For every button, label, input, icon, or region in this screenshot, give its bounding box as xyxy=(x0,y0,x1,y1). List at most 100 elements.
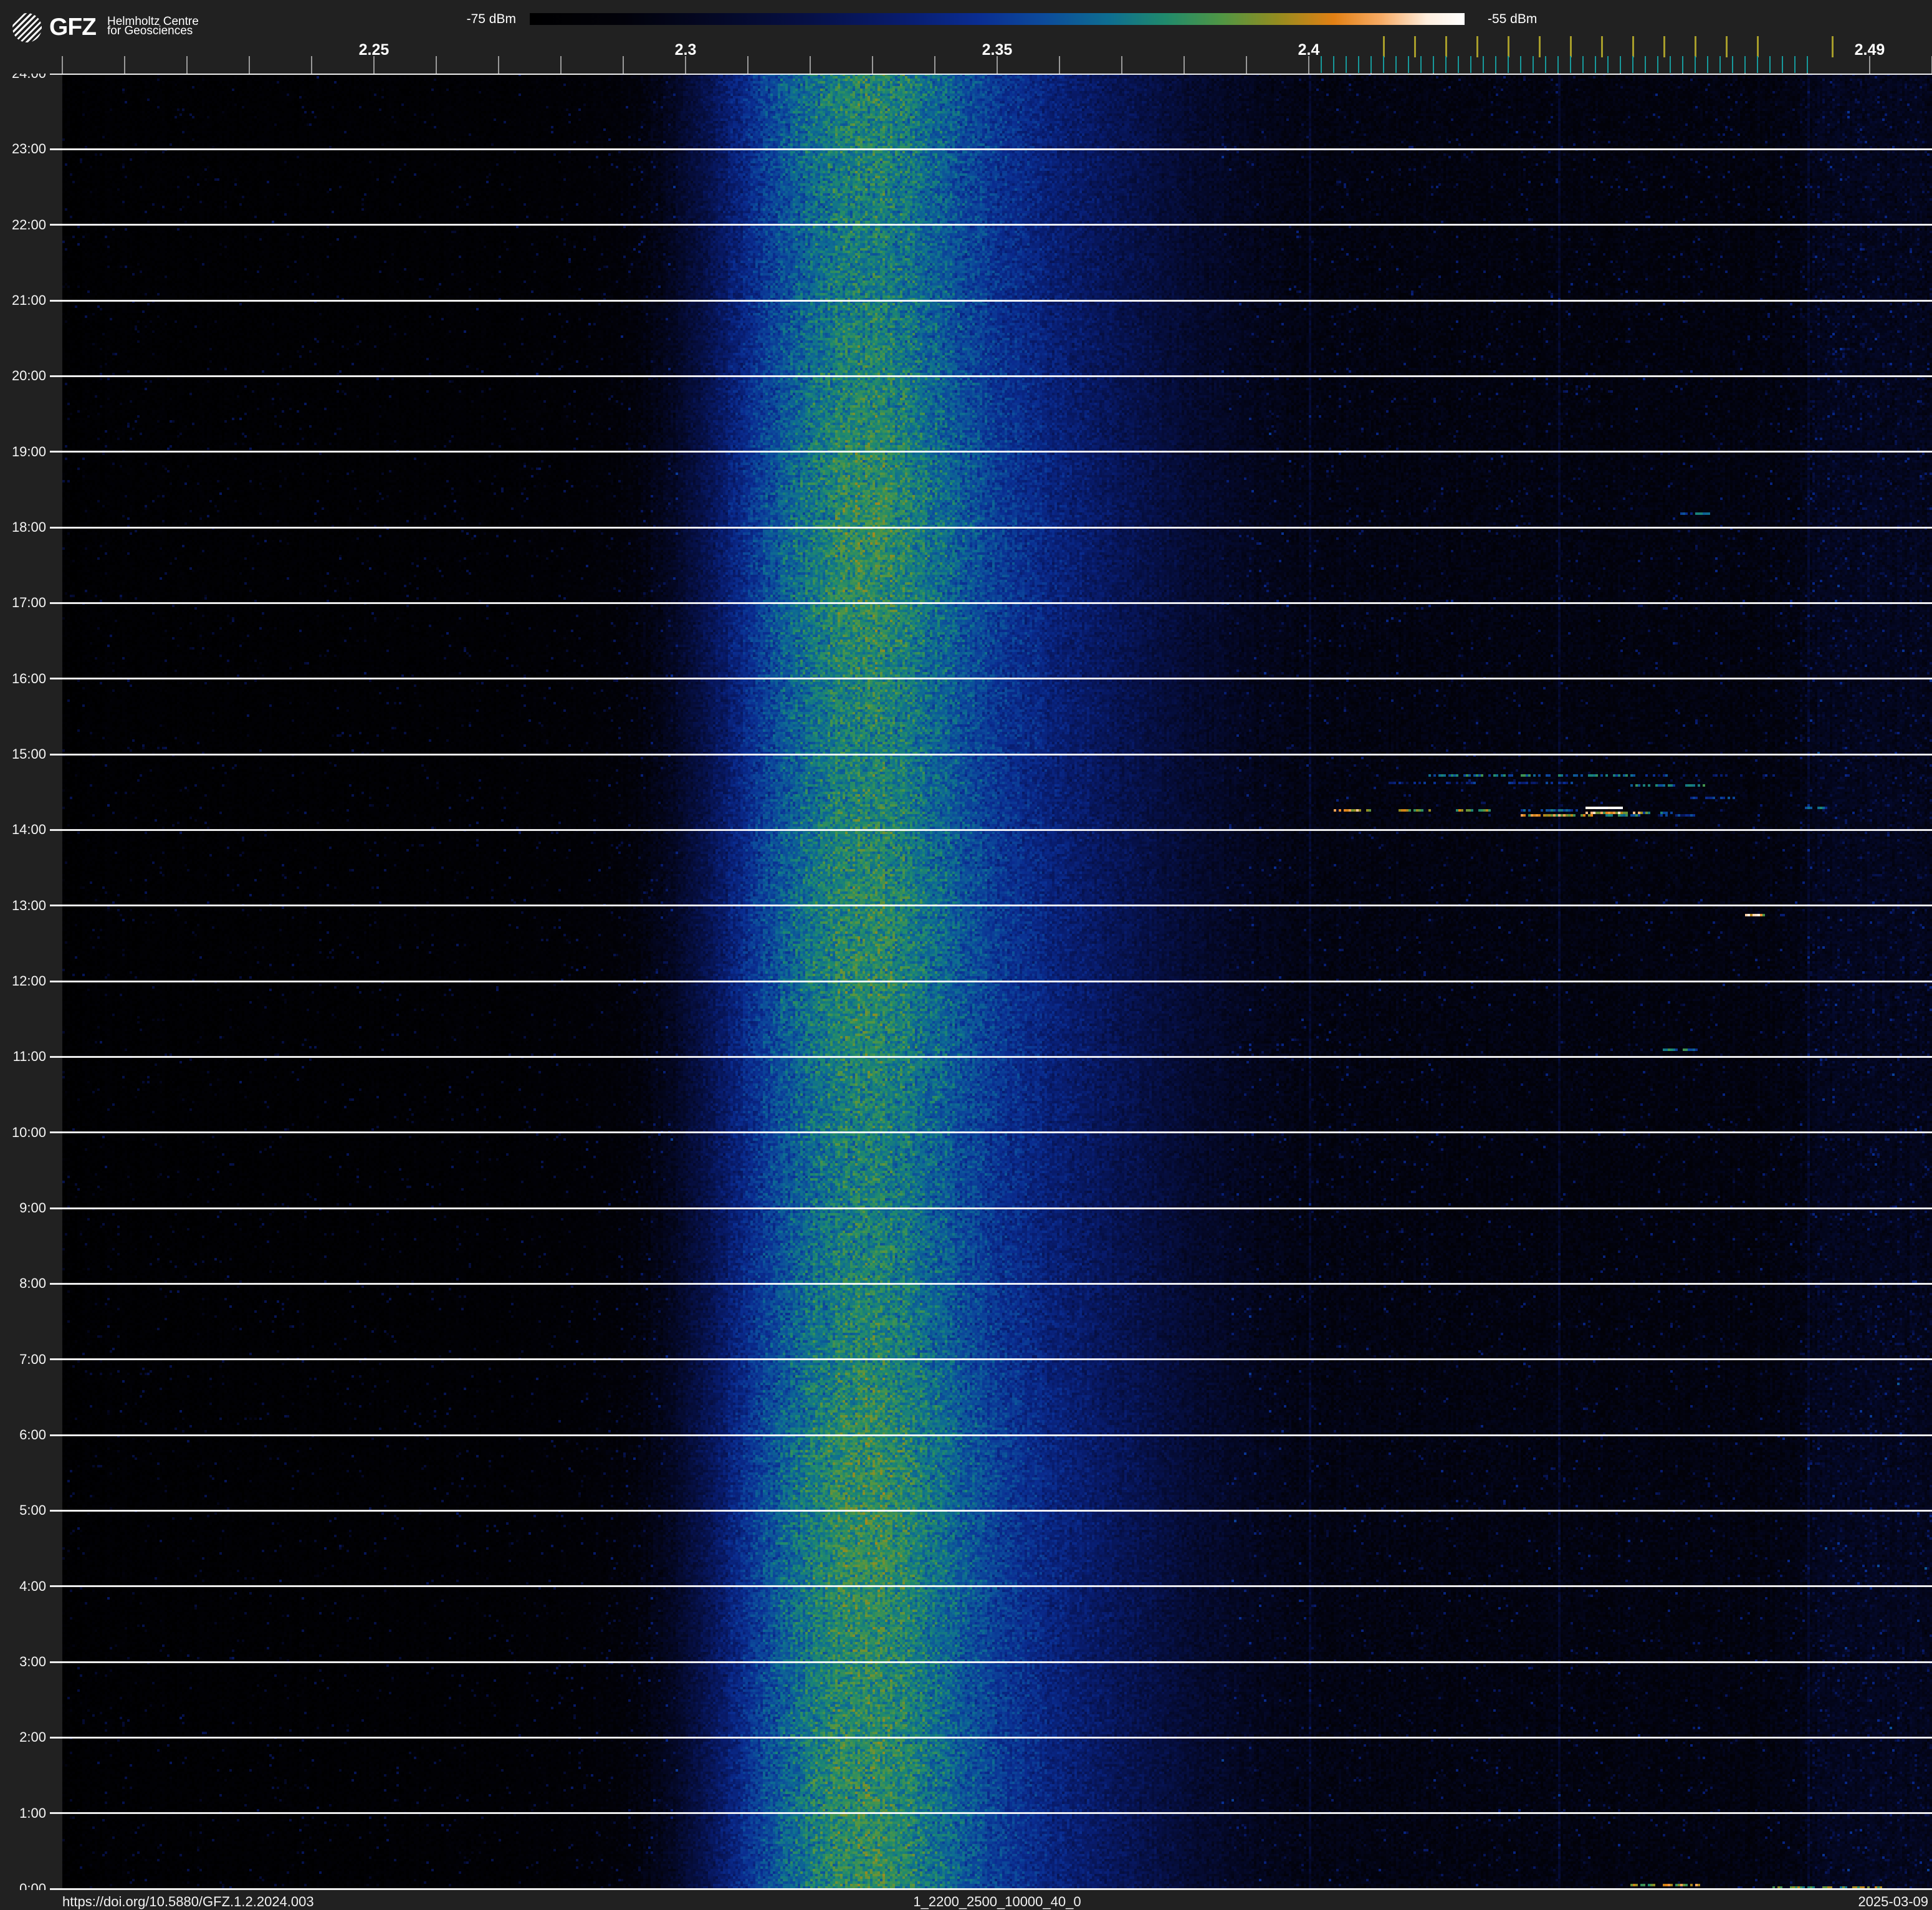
hour-gridline xyxy=(50,526,1932,529)
hour-gridline xyxy=(50,1055,1932,1058)
time-tick-label: 6:00 xyxy=(19,1427,46,1442)
ble-channel-tick xyxy=(1645,56,1646,73)
freq-major-tick xyxy=(934,56,935,74)
wifi-channel-tick xyxy=(1445,36,1447,57)
ble-channel-tick xyxy=(1383,56,1384,73)
ble-channel-tick xyxy=(1408,56,1409,73)
hour-gridline xyxy=(50,1736,1932,1739)
ble-channel-tick xyxy=(1732,56,1733,73)
hour-gridline xyxy=(50,980,1932,982)
hour-gridline xyxy=(50,375,1932,377)
freq-major-tick xyxy=(623,56,624,74)
wifi-channel-tick xyxy=(1756,36,1759,57)
hour-gridline xyxy=(50,828,1932,831)
ble-channel-tick xyxy=(1782,56,1783,73)
hour-gridline xyxy=(50,299,1932,302)
wifi-channel-tick xyxy=(1663,36,1665,57)
freq-major-tick xyxy=(436,56,437,74)
freq-major-tick xyxy=(498,56,499,74)
ble-channel-tick xyxy=(1445,56,1447,73)
hour-gridline xyxy=(50,1585,1932,1588)
freq-tick-label: 2.3 xyxy=(674,41,697,59)
hour-gridline xyxy=(50,451,1932,453)
freq-major-tick xyxy=(747,56,748,74)
wifi-channel-tick xyxy=(1725,36,1728,57)
ble-channel-tick xyxy=(1807,56,1808,73)
freq-tick-label: 2.4 xyxy=(1298,41,1320,59)
freq-tick-label: 2.49 xyxy=(1854,41,1885,59)
gfz-logo-acronym: GFZ xyxy=(49,14,97,41)
freq-tick-label: 2.35 xyxy=(982,41,1013,59)
time-tick-label: 10:00 xyxy=(11,1124,46,1140)
doi-text: https://doi.org/10.5880/GFZ.1.2.2024.003 xyxy=(62,1894,314,1909)
ble-channel-tick xyxy=(1557,56,1559,73)
ble-channel-tick xyxy=(1495,56,1496,73)
time-tick-label: 11:00 xyxy=(12,1049,46,1065)
freq-major-tick xyxy=(810,56,811,74)
freq-tick-label: 2.25 xyxy=(358,41,390,59)
time-tick-label: 8:00 xyxy=(19,1275,46,1292)
dataset-id-text: 1_2200_2500_10000_40_0 xyxy=(913,1894,1081,1909)
time-tick-label: 1:00 xyxy=(19,1805,46,1821)
gfz-logo-subtitle-line2: for Geosciences xyxy=(107,24,193,37)
ble-channel-tick xyxy=(1632,56,1633,73)
freq-major-tick xyxy=(186,56,188,74)
ble-channel-tick xyxy=(1420,56,1422,73)
time-tick-label: 4:00 xyxy=(19,1578,46,1594)
ble-channel-tick xyxy=(1483,56,1484,73)
wifi-channel-tick xyxy=(1632,36,1634,57)
wifi-channel-tick xyxy=(1569,36,1572,57)
time-tick-label: 9:00 xyxy=(19,1200,46,1216)
ble-channel-tick xyxy=(1620,56,1621,73)
time-tick-label: 3:00 xyxy=(19,1654,46,1669)
hour-gridline xyxy=(50,905,1932,907)
time-tick-label: 13:00 xyxy=(11,897,46,913)
ble-channel-tick xyxy=(1769,56,1771,73)
ble-channel-tick xyxy=(1458,56,1459,73)
hour-gridline xyxy=(50,1358,1932,1361)
hour-gridline xyxy=(50,602,1932,604)
ble-channel-tick xyxy=(1607,56,1609,73)
ble-channel-tick xyxy=(1657,56,1658,73)
hour-gridline xyxy=(50,1661,1932,1663)
wifi-channel-tick xyxy=(1694,36,1696,57)
hour-gridline xyxy=(50,1812,1932,1815)
wifi-channel-tick xyxy=(1382,36,1385,57)
ble-channel-tick xyxy=(1470,56,1471,73)
ble-channel-tick xyxy=(1508,56,1509,73)
freq-major-tick xyxy=(311,56,312,74)
gfz-logo-subtitle: Helmholtz Centre for Geosciences xyxy=(107,16,199,37)
time-tick-label: 20:00 xyxy=(11,368,46,384)
hour-gridline xyxy=(50,1434,1932,1436)
ble-channel-tick xyxy=(1395,56,1397,73)
time-tick-label: 15:00 xyxy=(11,746,46,762)
freq-major-tick xyxy=(872,56,873,74)
freq-major-tick xyxy=(1184,56,1185,74)
wifi-channel-tick xyxy=(1507,36,1509,57)
freq-major-tick xyxy=(560,56,562,74)
freq-major-tick xyxy=(62,56,63,74)
ble-channel-tick xyxy=(1346,56,1347,73)
freq-major-tick xyxy=(1121,56,1122,74)
ble-channel-tick xyxy=(1682,56,1683,73)
time-tick-label: 21:00 xyxy=(11,292,46,308)
time-tick-label: 19:00 xyxy=(11,443,46,459)
hour-gridline xyxy=(50,1131,1932,1134)
time-tick-label: 17:00 xyxy=(11,595,46,611)
colorbar-gradient xyxy=(530,13,1465,25)
ble-channel-tick xyxy=(1757,56,1758,73)
wifi-channel-tick xyxy=(1476,36,1478,57)
time-tick-label: 18:00 xyxy=(11,519,46,535)
freq-major-tick xyxy=(249,56,250,74)
ble-channel-tick xyxy=(1707,56,1708,73)
header: GFZ Helmholtz Centre for Geosciences -75… xyxy=(0,0,1932,74)
hour-gridline xyxy=(50,224,1932,226)
time-tick-label: 14:00 xyxy=(11,822,46,838)
ble-channel-tick xyxy=(1570,56,1571,73)
colorbar-min-label: -75 dBm xyxy=(466,12,516,26)
ble-channel-tick xyxy=(1695,56,1696,73)
wifi-channel-tick xyxy=(1413,36,1416,57)
hour-gridline xyxy=(50,148,1932,150)
ble-channel-tick xyxy=(1370,56,1372,73)
freq-major-tick xyxy=(1246,56,1247,74)
